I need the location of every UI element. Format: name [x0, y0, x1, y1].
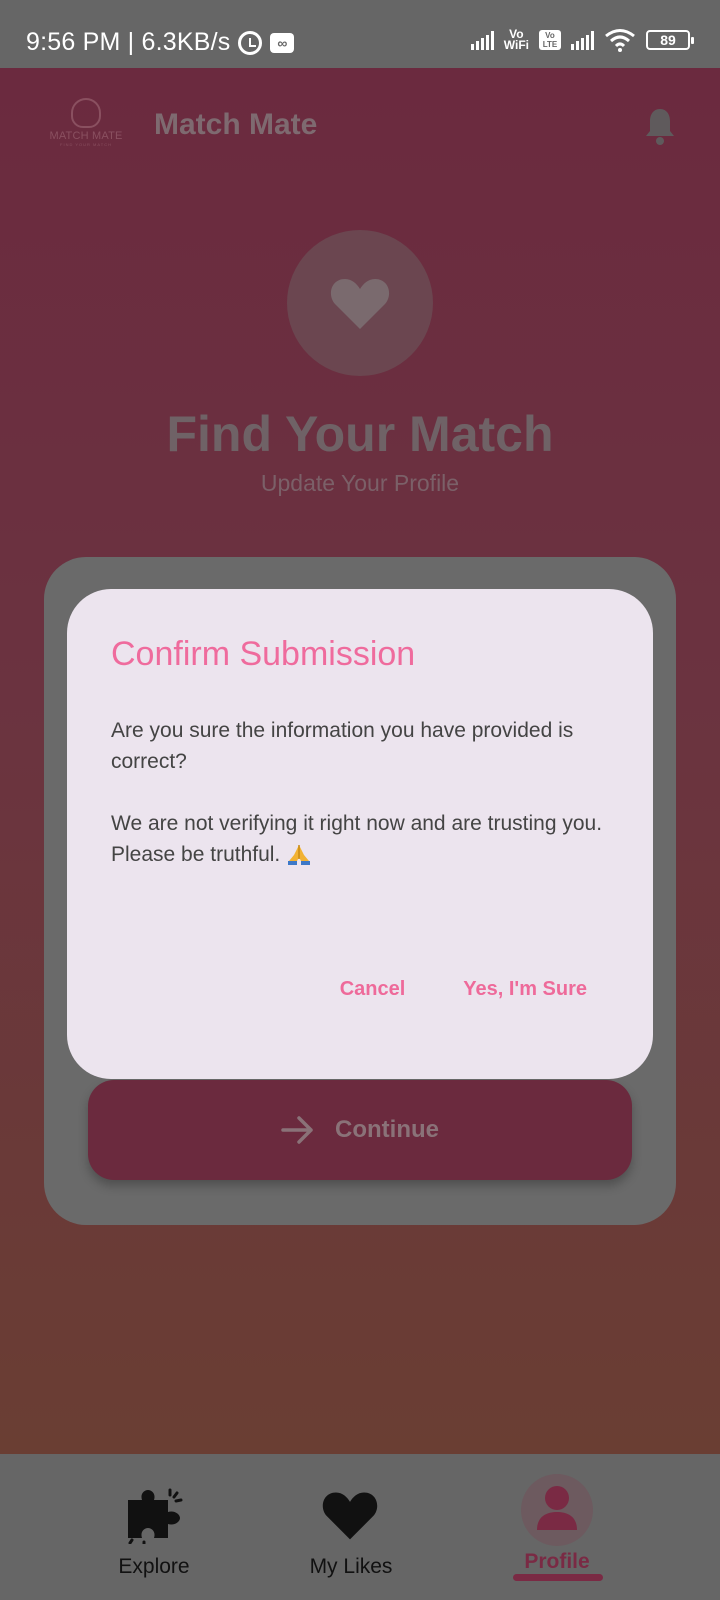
profile-tab-underline — [513, 1574, 603, 1581]
puzzle-icon — [128, 1488, 183, 1544]
nav-item-my-likes[interactable]: My Likes — [271, 1454, 431, 1600]
vowifi-icon: Vo WiFi — [503, 28, 529, 52]
status-right: Vo WiFi Vo LTE 89 — [470, 28, 694, 52]
folded-hands-icon — [288, 845, 311, 865]
heart-filled-icon — [322, 1492, 378, 1540]
volte-line2: LTE — [542, 40, 558, 49]
continue-label: Continue — [335, 1116, 439, 1143]
continue-button[interactable]: Continue — [88, 1080, 632, 1180]
confirm-button[interactable]: Yes, I'm Sure — [463, 978, 587, 1001]
person-icon — [537, 1486, 577, 1530]
app-title: Match Mate — [154, 108, 318, 141]
profile-active-indicator — [521, 1474, 593, 1546]
bottom-nav: Explore My Likes Profile — [0, 1454, 720, 1600]
volte-line1: Vo — [545, 31, 555, 40]
status-time-speed: 9:56 PM | 6.3KB/s — [26, 28, 231, 56]
wifi-icon — [605, 29, 635, 52]
vowifi-line2: WiFi — [503, 38, 529, 52]
hero-heart-badge — [287, 230, 433, 376]
app-logo: MATCH MATE FIND YOUR MATCH — [46, 98, 126, 162]
logo-subtext: FIND YOUR MATCH — [60, 142, 112, 147]
dialog-actions: Cancel Yes, I'm Sure — [340, 978, 587, 1001]
confirm-dialog: Confirm Submission Are you sure the info… — [67, 589, 653, 1079]
nav-label-my-likes: My Likes — [309, 1555, 393, 1578]
logo-mark-icon — [71, 98, 101, 128]
logo-text: MATCH MATE — [49, 130, 123, 142]
nav-label-explore: Explore — [118, 1555, 190, 1578]
app-header: MATCH MATE FIND YOUR MATCH Match Mate — [0, 68, 720, 188]
cancel-button[interactable]: Cancel — [340, 978, 406, 1001]
notification-bell-icon[interactable] — [644, 106, 676, 146]
dialog-body-text: Are you sure the information you have pr… — [111, 719, 603, 866]
nav-item-explore[interactable]: Explore — [74, 1454, 234, 1600]
signal-icon — [470, 30, 494, 50]
infinity-icon: ∞ — [270, 32, 295, 53]
status-left: 9:56 PM | 6.3KB/s ∞ — [26, 28, 295, 57]
battery-level: 89 — [660, 32, 676, 48]
battery-icon: 89 — [646, 30, 694, 50]
nav-label-profile: Profile — [524, 1550, 590, 1573]
signal-2-icon — [571, 30, 594, 50]
alarm-icon — [238, 30, 263, 55]
arrow-right-icon — [281, 1116, 313, 1144]
status-bar: 9:56 PM | 6.3KB/s ∞ Vo WiFi Vo LTE 89 — [0, 0, 720, 68]
dialog-title: Confirm Submission — [111, 635, 416, 673]
hero-subtitle: Update Your Profile — [260, 470, 460, 496]
hero-title: Find Your Match — [166, 406, 554, 462]
dialog-body: Are you sure the information you have pr… — [111, 715, 621, 870]
heart-icon — [330, 279, 390, 329]
volte-icon: Vo LTE — [539, 30, 561, 50]
